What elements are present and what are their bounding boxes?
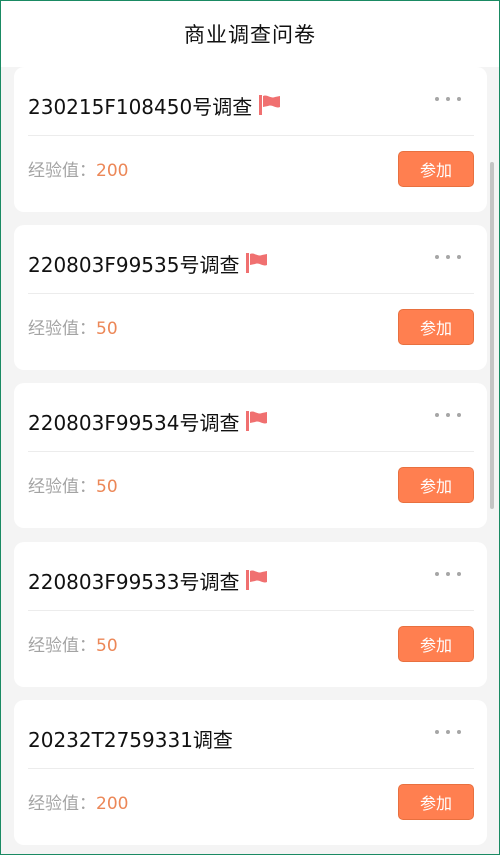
flag-icon (259, 95, 281, 115)
join-button[interactable]: 参加 (398, 309, 474, 345)
survey-card[interactable]: 230215F108450号调查 经验值：200 参加 (14, 67, 487, 212)
divider (28, 768, 474, 769)
survey-title: 220803F99534号调查 (28, 410, 240, 435)
flag-icon (246, 570, 268, 590)
survey-title-row: 220803F99533号调查 (28, 564, 427, 596)
experience-label: 经验值： (28, 477, 96, 497)
flag-icon (246, 253, 268, 273)
experience-value: 50 (96, 636, 118, 656)
top-bar: 商业调查问卷 (1, 1, 499, 67)
flag-icon (246, 411, 268, 431)
experience-text: 经验值：50 (28, 314, 118, 339)
experience-value: 200 (96, 161, 129, 181)
divider (28, 135, 474, 136)
join-button[interactable]: 参加 (398, 467, 474, 503)
survey-title: 220803F99533号调查 (28, 569, 240, 594)
join-button[interactable]: 参加 (398, 626, 474, 662)
survey-card[interactable]: 20232T2759331调查 经验值：200 参加 (14, 700, 487, 845)
more-options-icon[interactable] (435, 89, 461, 109)
survey-title: 20232T2759331调查 (28, 727, 233, 752)
app-frame: 商业调查问卷 230215F108450号调查 经验值：200 参加 22080… (0, 0, 500, 855)
experience-label: 经验值： (28, 794, 96, 814)
survey-title-row: 220803F99535号调查 (28, 247, 427, 279)
divider (28, 610, 474, 611)
survey-title-row: 20232T2759331调查 (28, 722, 427, 754)
divider (28, 293, 474, 294)
join-button[interactable]: 参加 (398, 151, 474, 187)
divider (28, 451, 474, 452)
experience-text: 经验值：200 (28, 156, 128, 181)
experience-value: 50 (96, 319, 118, 339)
experience-value: 200 (96, 794, 129, 814)
experience-text: 经验值：200 (28, 789, 128, 814)
experience-label: 经验值： (28, 161, 96, 181)
survey-title-row: 230215F108450号调查 (28, 89, 427, 121)
experience-label: 经验值： (28, 319, 96, 339)
more-options-icon[interactable] (435, 722, 461, 742)
survey-card[interactable]: 220803F99533号调查 经验值：50 参加 (14, 542, 487, 687)
survey-list[interactable]: 230215F108450号调查 经验值：200 参加 220803F99535… (1, 67, 499, 854)
more-options-icon[interactable] (435, 564, 461, 584)
survey-card[interactable]: 220803F99534号调查 经验值：50 参加 (14, 383, 487, 528)
more-options-icon[interactable] (435, 247, 461, 267)
experience-text: 经验值：50 (28, 472, 118, 497)
page-title: 商业调查问卷 (184, 23, 316, 47)
survey-title: 230215F108450号调查 (28, 94, 253, 119)
more-options-icon[interactable] (435, 405, 461, 425)
survey-title: 220803F99535号调查 (28, 252, 240, 277)
survey-title-row: 220803F99534号调查 (28, 405, 427, 437)
experience-value: 50 (96, 477, 118, 497)
scrollbar[interactable] (490, 162, 494, 509)
survey-card[interactable]: 220803F99535号调查 经验值：50 参加 (14, 225, 487, 370)
experience-label: 经验值： (28, 636, 96, 656)
experience-text: 经验值：50 (28, 631, 118, 656)
join-button[interactable]: 参加 (398, 784, 474, 820)
